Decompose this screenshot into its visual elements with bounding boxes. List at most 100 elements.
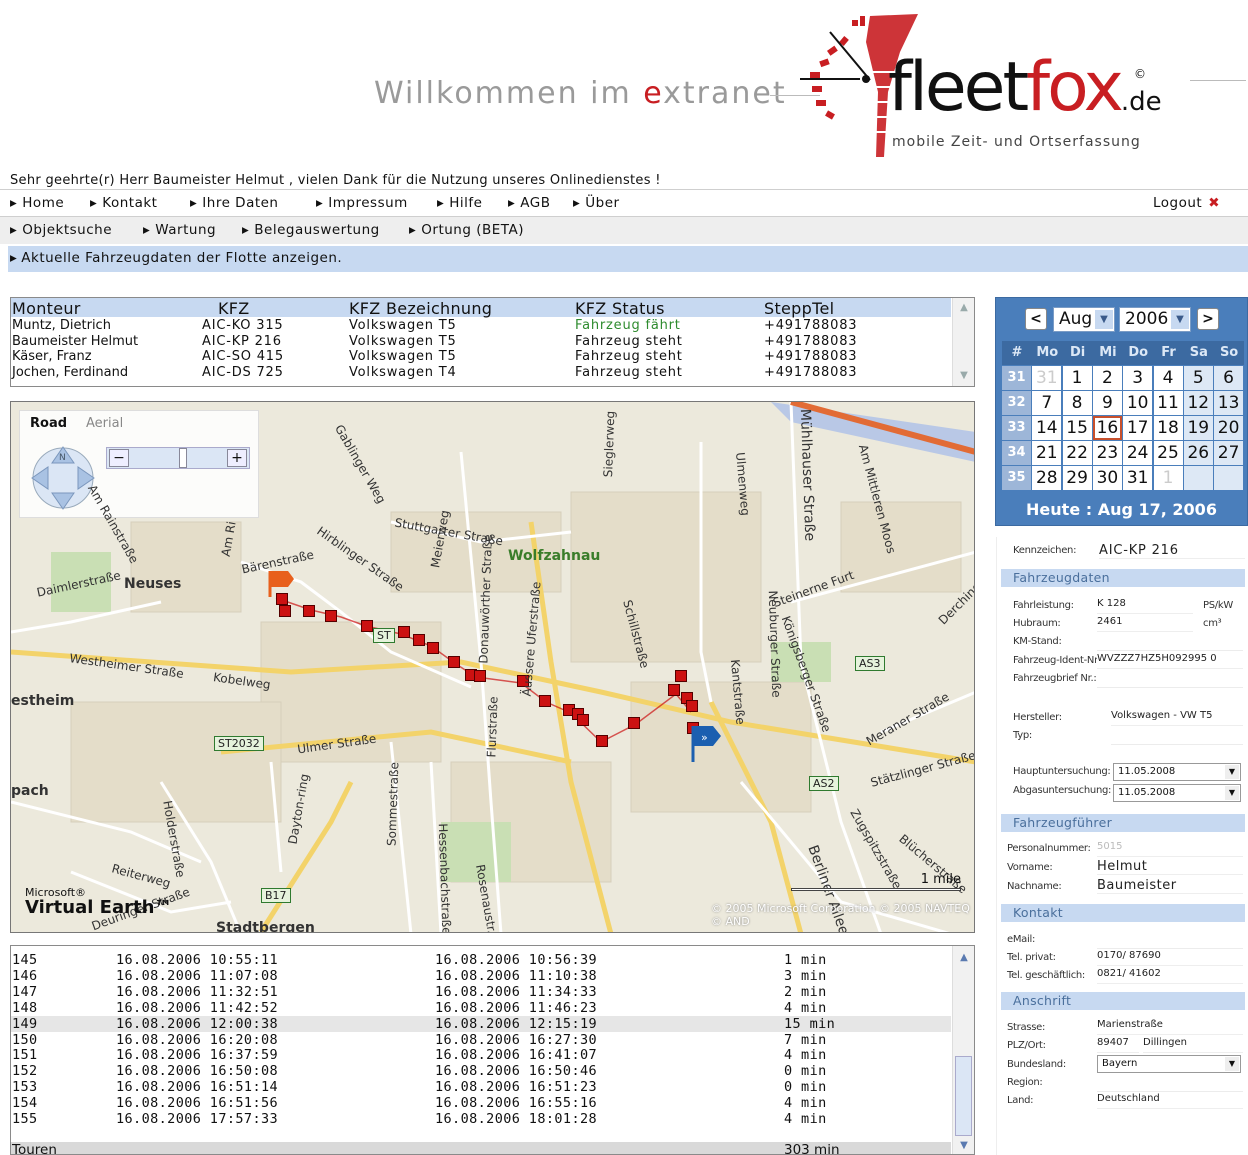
calendar-day[interactable]: 10 bbox=[1123, 391, 1153, 415]
nav-agb[interactable]: AGB bbox=[508, 195, 551, 211]
calendar-day[interactable]: 31 bbox=[1123, 466, 1153, 490]
calendar-day[interactable]: 2 bbox=[1092, 366, 1122, 390]
table-row[interactable]: 149 16.08.2006 12:00:38 16.08.2006 12:15:1… bbox=[11, 1015, 951, 1032]
calendar-day[interactable]: 1 bbox=[1062, 366, 1092, 390]
km-input[interactable] bbox=[1097, 634, 1243, 651]
table-row[interactable]: 154 16.08.2006 16:51:56 16.08.2006 16:55:1… bbox=[11, 1095, 951, 1111]
route-marker[interactable] bbox=[303, 605, 315, 617]
scroll-up-icon[interactable]: ▲ bbox=[954, 300, 974, 316]
vorname-input[interactable]: Helmut bbox=[1097, 859, 1243, 875]
nav-belegauswertung[interactable]: Belegauswertung bbox=[242, 222, 380, 238]
brief-input[interactable] bbox=[1097, 671, 1243, 688]
tel-geschaeftlich-input[interactable]: 0821/ 41602 bbox=[1097, 968, 1243, 984]
route-marker[interactable] bbox=[577, 714, 589, 726]
nav-wartung[interactable]: Wartung bbox=[143, 222, 216, 238]
route-marker[interactable] bbox=[596, 735, 608, 747]
calendar-day[interactable]: 31 bbox=[1032, 366, 1062, 390]
zoom-in-icon[interactable]: + bbox=[227, 449, 247, 467]
calendar-day[interactable]: 1 bbox=[1153, 466, 1183, 490]
table-row[interactable]: Baumeister Helmut AIC-KP 216 Volkswagen T5… bbox=[11, 334, 951, 349]
route-marker[interactable] bbox=[539, 695, 551, 707]
pan-compass-icon[interactable]: N bbox=[26, 441, 100, 515]
zoom-out-icon[interactable]: − bbox=[109, 449, 129, 467]
calendar-day[interactable]: 6 bbox=[1214, 366, 1244, 390]
scroll-down-icon[interactable]: ▼ bbox=[954, 1138, 974, 1154]
col-stepptel[interactable]: SteppTel bbox=[764, 299, 834, 318]
col-kfz-status[interactable]: KFZ Status bbox=[575, 299, 665, 318]
calendar-day[interactable]: 11 bbox=[1153, 391, 1183, 415]
calendar-day[interactable]: 16 bbox=[1092, 416, 1122, 440]
calendar-day[interactable]: 22 bbox=[1062, 441, 1092, 465]
scrollbar[interactable]: ▲ ▼ bbox=[952, 298, 974, 386]
next-month-button[interactable]: > bbox=[1197, 308, 1219, 330]
route-marker[interactable] bbox=[398, 626, 410, 638]
calendar-day[interactable]: 4 bbox=[1153, 366, 1183, 390]
table-row[interactable]: 152 16.08.2006 16:50:08 16.08.2006 16:50:4… bbox=[11, 1063, 951, 1079]
zoom-handle[interactable] bbox=[179, 448, 187, 468]
calendar-day[interactable]: 29 bbox=[1062, 466, 1092, 490]
ort-input[interactable]: Dillingen bbox=[1143, 1037, 1243, 1053]
personalnummer-input[interactable]: 5015 bbox=[1097, 841, 1243, 857]
info-banner[interactable]: Aktuelle Fahrzeugdaten der Flotte anzeig… bbox=[8, 246, 1248, 272]
scroll-up-icon[interactable]: ▲ bbox=[954, 950, 974, 966]
calendar-day[interactable]: 14 bbox=[1032, 416, 1062, 440]
calendar-day[interactable]: 24 bbox=[1123, 441, 1153, 465]
nav-impressum[interactable]: Impressum bbox=[316, 195, 408, 211]
route-marker[interactable] bbox=[448, 656, 460, 668]
tab-aerial[interactable]: Aerial bbox=[86, 416, 123, 431]
calendar-day[interactable]: 15 bbox=[1062, 416, 1092, 440]
zoom-slider[interactable]: − + bbox=[106, 447, 250, 469]
calendar-day[interactable]: 8 bbox=[1062, 391, 1092, 415]
calendar-day[interactable]: 12 bbox=[1183, 391, 1213, 415]
region-input[interactable] bbox=[1097, 1075, 1243, 1092]
route-marker[interactable] bbox=[474, 670, 486, 682]
col-kfz[interactable]: KFZ bbox=[218, 299, 250, 318]
table-row[interactable]: 145 16.08.2006 10:55:11 16.08.2006 10:56:3… bbox=[11, 952, 951, 968]
route-marker[interactable] bbox=[628, 717, 640, 729]
calendar-day[interactable]: 23 bbox=[1092, 441, 1122, 465]
calendar-day[interactable]: 28 bbox=[1032, 466, 1062, 490]
route-marker[interactable] bbox=[361, 620, 373, 632]
land-input[interactable]: Deutschland bbox=[1097, 1093, 1243, 1109]
calendar-day[interactable] bbox=[1214, 466, 1244, 490]
route-marker[interactable] bbox=[675, 670, 687, 682]
year-select[interactable]: 2006 ▼ bbox=[1119, 307, 1191, 332]
table-row[interactable]: 153 16.08.2006 16:51:14 16.08.2006 16:51:2… bbox=[11, 1079, 951, 1095]
nav-objektsuche[interactable]: Objektsuche bbox=[10, 222, 112, 238]
calendar-day[interactable]: 3 bbox=[1123, 366, 1153, 390]
scroll-down-icon[interactable]: ▼ bbox=[954, 368, 974, 384]
hubraum-input[interactable]: 2461 bbox=[1097, 616, 1193, 632]
map-view[interactable]: Road Aerial N − + » Neuses Wolfzahnau es… bbox=[10, 401, 975, 933]
today-label[interactable]: Heute : Aug 17, 2006 bbox=[996, 500, 1247, 519]
nav-ortung[interactable]: Ortung (BETA) bbox=[409, 222, 524, 238]
calendar-day[interactable]: 20 bbox=[1214, 416, 1244, 440]
calendar-day[interactable]: 9 bbox=[1092, 391, 1122, 415]
nav-ueber[interactable]: Über bbox=[573, 195, 620, 211]
month-select[interactable]: Aug ▼ bbox=[1053, 307, 1115, 332]
col-monteur[interactable]: Monteur bbox=[12, 299, 81, 318]
calendar-day[interactable]: 19 bbox=[1183, 416, 1213, 440]
route-marker[interactable] bbox=[325, 610, 337, 622]
table-row[interactable]: 146 16.08.2006 11:07:08 16.08.2006 11:10:3… bbox=[11, 968, 951, 984]
tel-privat-input[interactable]: 0170/ 87690 bbox=[1097, 950, 1243, 966]
plz-input[interactable]: 89407 bbox=[1097, 1037, 1139, 1053]
table-row[interactable]: Käser, Franz AIC-SO 415 Volkswagen T5 Fahrz… bbox=[11, 349, 951, 364]
calendar-day[interactable]: 21 bbox=[1032, 441, 1062, 465]
nav-kontakt[interactable]: Kontakt bbox=[90, 195, 157, 211]
table-row[interactable]: Muntz, Dietrich AIC-KO 315 Volkswagen T5 Fa… bbox=[11, 318, 951, 333]
table-row[interactable]: Jochen, Ferdinand AIC-DS 725 Volkswagen T4… bbox=[11, 365, 951, 380]
hu-date-select[interactable]: 11.05.2008 ▼ bbox=[1113, 763, 1241, 781]
tab-road[interactable]: Road bbox=[30, 416, 67, 431]
nav-home[interactable]: Home bbox=[10, 195, 64, 211]
scroll-thumb[interactable] bbox=[955, 1056, 972, 1136]
calendar-day[interactable]: 17 bbox=[1123, 416, 1153, 440]
calendar-day[interactable]: 30 bbox=[1092, 466, 1122, 490]
fahrleistung-input[interactable]: K 128 bbox=[1097, 598, 1193, 614]
calendar-day[interactable] bbox=[1183, 466, 1213, 490]
typ-input[interactable] bbox=[1111, 728, 1243, 745]
au-date-select[interactable]: 11.05.2008 ▼ bbox=[1113, 784, 1241, 802]
nav-ihre-daten[interactable]: Ihre Daten bbox=[190, 195, 279, 211]
bundesland-select[interactable]: Bayern ▼ bbox=[1097, 1055, 1241, 1073]
nachname-input[interactable]: Baumeister bbox=[1097, 878, 1243, 894]
logout-button[interactable]: Logout ✖ bbox=[1153, 195, 1220, 211]
